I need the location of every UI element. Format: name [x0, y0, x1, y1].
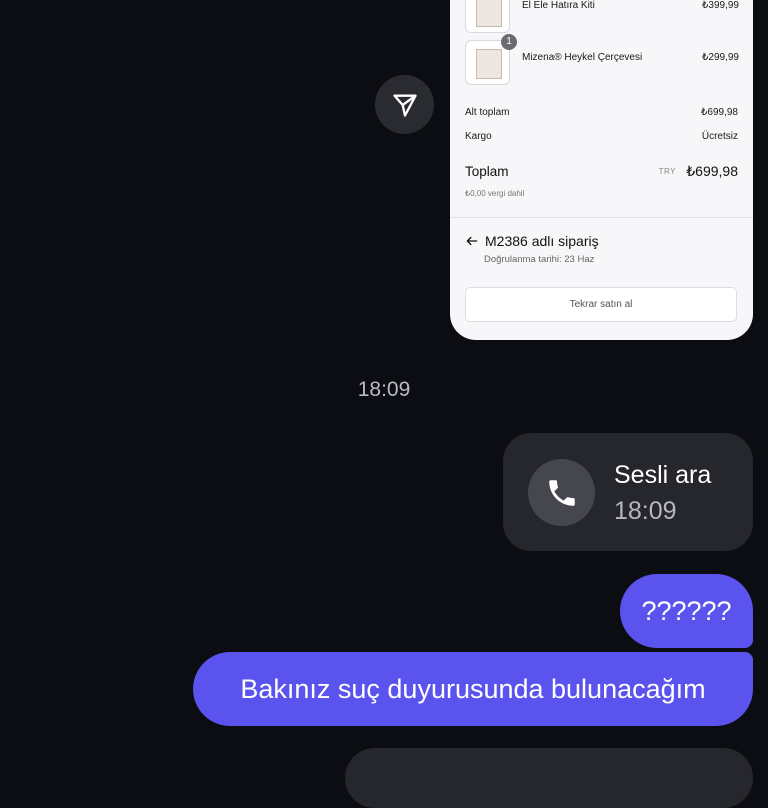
shipping-value: Ücretsiz [701, 131, 738, 142]
shipping-label: Kargo [465, 131, 492, 142]
call-title: Sesli ara [614, 461, 712, 489]
order-card[interactable]: El Ele Hatıra Kiti ₺399,99 1 Mizena® Hey… [450, 0, 753, 340]
chat-timestamp: 18:09 [357, 378, 411, 401]
item-price: ₺299,99 [702, 52, 739, 63]
rebuy-button[interactable]: Tekrar satın al [465, 287, 737, 322]
subtotal-value: ₺699,98 [701, 107, 738, 118]
call-time: 18:09 [614, 497, 677, 525]
total-value: ₺699,98 [686, 163, 738, 179]
order-item: 1 Mizena® Heykel Çerçevesi ₺299,99 [465, 34, 739, 88]
subtotal-row: Alt toplam ₺699,98 [465, 107, 738, 118]
tax-note: ₺0,00 vergi dahil [465, 189, 525, 198]
total-currency: TRY [658, 167, 676, 176]
order-confirmed-date: Doğrulanma tarihi: 23 Haz [484, 254, 595, 265]
subtotal-label: Alt toplam [465, 107, 510, 118]
received-message-bubble[interactable] [345, 748, 753, 808]
shipping-row: Kargo Ücretsiz [465, 131, 738, 142]
item-price: ₺399,99 [702, 0, 739, 11]
total-row: Toplam TRY ₺699,98 [465, 163, 738, 181]
paper-plane-icon [392, 94, 417, 117]
arrow-left-icon [466, 236, 478, 246]
order-item: El Ele Hatıra Kiti ₺399,99 [465, 0, 739, 36]
item-name: Mizena® Heykel Çerçevesi [522, 52, 643, 63]
sent-message-bubble[interactable]: ?????? [620, 574, 753, 648]
call-icon-circle [528, 459, 595, 526]
divider [450, 217, 753, 218]
phone-icon [548, 479, 575, 506]
order-title[interactable]: M2386 adlı sipariş [465, 233, 599, 249]
product-thumbnail [465, 0, 510, 33]
order-title-text: M2386 adlı sipariş [485, 233, 599, 249]
sent-message-bubble[interactable]: Bakınız suç duyurusunda bulunacağım [193, 652, 753, 726]
item-name: El Ele Hatıra Kiti [522, 0, 595, 11]
share-button[interactable] [375, 75, 434, 134]
voice-call-bubble[interactable]: Sesli ara 18:09 [503, 433, 753, 551]
quantity-badge: 1 [501, 34, 517, 50]
total-label: Toplam [465, 164, 509, 179]
